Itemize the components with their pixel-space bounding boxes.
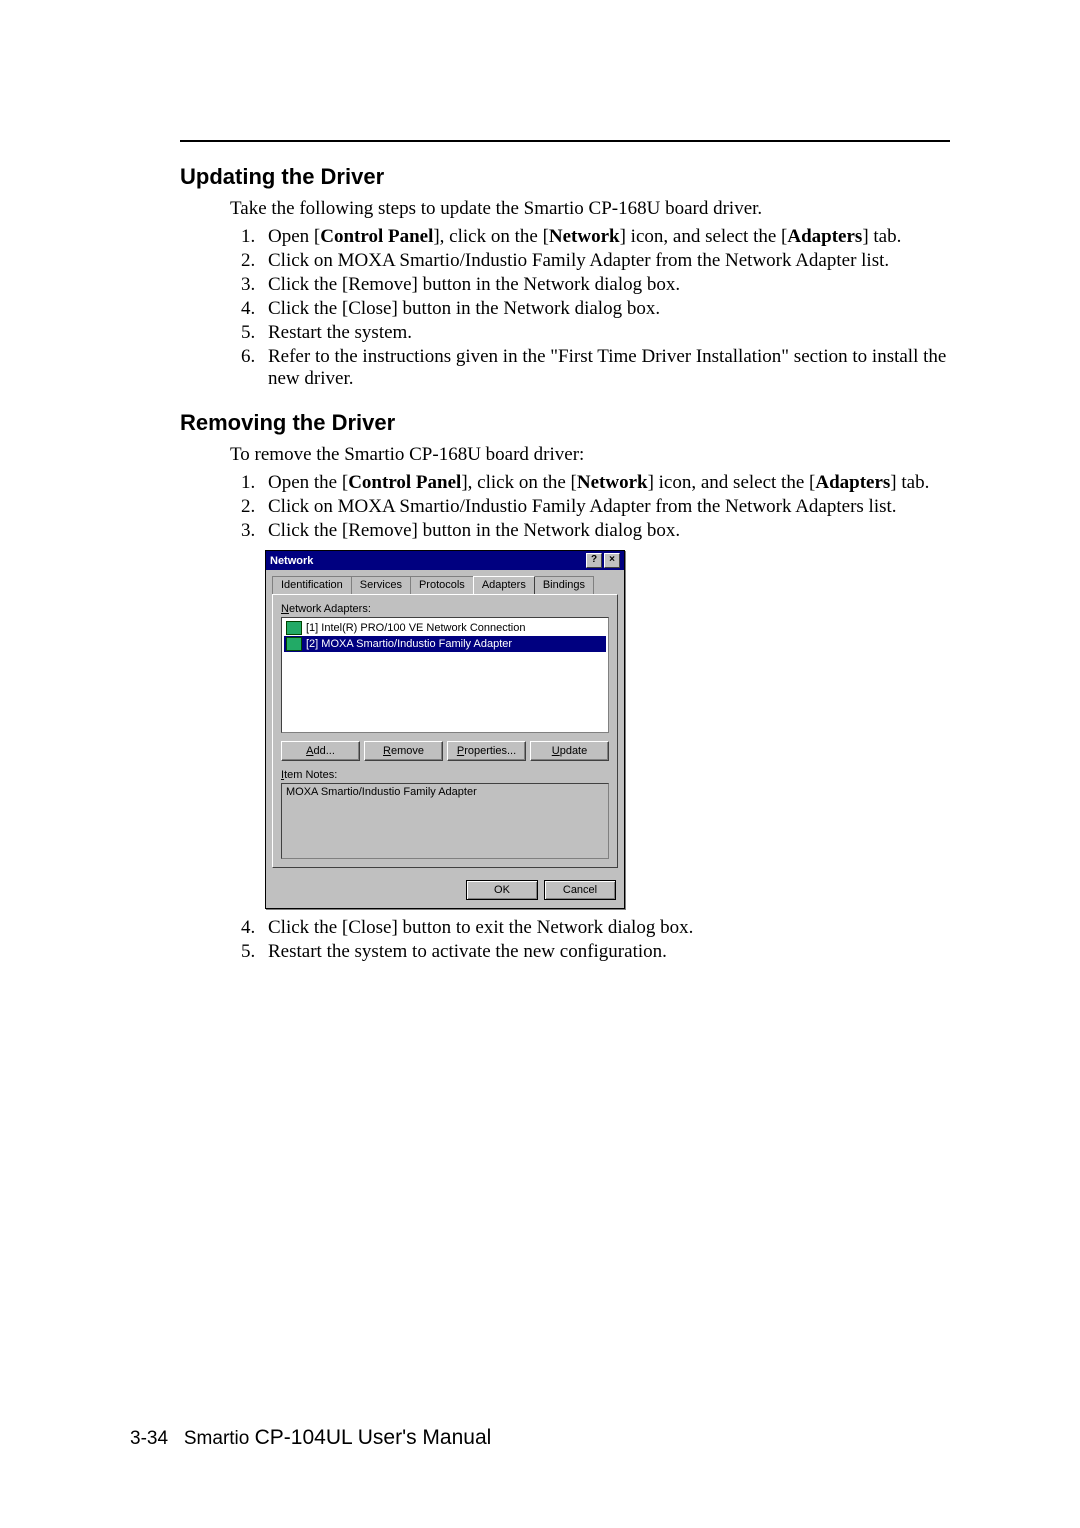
title-bar: Network ? ×: [266, 551, 624, 570]
list-item-label: [2] MOXA Smartio/Industio Family Adapter: [306, 638, 512, 650]
step-4: Click the [Close] button in the Network …: [260, 298, 950, 320]
accesskey: U: [552, 745, 560, 757]
tab-adapters[interactable]: Adapters: [473, 576, 535, 594]
page-number: 3-34: [130, 1428, 168, 1449]
list-removing-b: Click the [Close] button to exit the Net…: [230, 917, 950, 963]
tab-strip: Identification Services Protocols Adapte…: [272, 576, 618, 594]
text: roperties...: [464, 745, 516, 757]
close-icon[interactable]: ×: [604, 553, 620, 568]
list-updating: Open [Control Panel], click on the [Netw…: [230, 226, 950, 390]
text: ] icon, and select the [: [648, 472, 816, 493]
text: ], click on the [: [461, 472, 577, 493]
remove-button[interactable]: Remove: [364, 741, 443, 761]
rstep-3: Click the [Remove] button in the Network…: [260, 520, 950, 542]
adapters-listbox[interactable]: [1] Intel(R) PRO/100 VE Network Connecti…: [281, 617, 609, 733]
adapter-icon: [286, 637, 302, 651]
item-notes-box: MOXA Smartio/Industio Family Adapter: [281, 783, 609, 859]
page-footer: 3-34 Smartio CP-104UL User's Manual: [130, 1426, 491, 1450]
tab-bindings[interactable]: Bindings: [534, 576, 594, 594]
step-3: Click the [Remove] button in the Network…: [260, 274, 950, 296]
tab-protocols[interactable]: Protocols: [410, 576, 474, 594]
adapter-icon: [286, 621, 302, 635]
rstep-2: Click on MOXA Smartio/Industio Family Ad…: [260, 496, 950, 518]
tab-services[interactable]: Services: [351, 576, 411, 594]
text: etwork Adapters:: [289, 603, 371, 615]
top-rule: [180, 140, 950, 142]
list-item[interactable]: [2] MOXA Smartio/Industio Family Adapter: [284, 636, 606, 652]
dialog-footer: OK Cancel: [266, 874, 624, 908]
bold-text: Control Panel: [348, 472, 461, 493]
bold-text: Control Panel: [320, 226, 433, 247]
text: ] tab.: [862, 226, 901, 247]
step-1: Open [Control Panel], click on the [Netw…: [260, 226, 950, 248]
accesskey: N: [281, 603, 289, 615]
step-5: Restart the system.: [260, 322, 950, 344]
add-button[interactable]: Add...: [281, 741, 360, 761]
text: tem Notes:: [284, 769, 337, 781]
step-6: Refer to the instructions given in the "…: [260, 346, 950, 390]
dialog-title: Network: [270, 555, 313, 567]
bold-text: Network: [577, 472, 648, 493]
heading-removing: Removing the Driver: [180, 410, 950, 436]
text: ], click on the [: [433, 226, 549, 247]
accesskey: R: [383, 745, 391, 757]
text: Open [: [268, 226, 320, 247]
network-dialog-screenshot: Network ? × Identification Services Prot…: [265, 550, 625, 909]
book-title: CP-104UL User's Manual: [255, 1426, 492, 1449]
properties-button[interactable]: Properties...: [447, 741, 526, 761]
rstep-1: Open the [Control Panel], click on the […: [260, 472, 950, 494]
text: pdate: [560, 745, 588, 757]
step-2: Click on MOXA Smartio/Industio Family Ad…: [260, 250, 950, 272]
bold-text: Adapters: [787, 226, 862, 247]
button-row: Add... Remove Properties... Update: [281, 741, 609, 761]
text: Open the [: [268, 472, 348, 493]
network-dialog: Network ? × Identification Services Prot…: [265, 550, 625, 909]
rstep-4: Click the [Close] button to exit the Net…: [260, 917, 950, 939]
intro-removing: To remove the Smartio CP-168U board driv…: [230, 444, 950, 466]
network-adapters-label: Network Adapters:: [281, 603, 609, 615]
help-icon[interactable]: ?: [586, 553, 602, 568]
update-button[interactable]: Update: [530, 741, 609, 761]
cancel-button[interactable]: Cancel: [544, 880, 616, 900]
tab-body: Network Adapters: [1] Intel(R) PRO/100 V…: [272, 594, 618, 868]
ok-button[interactable]: OK: [466, 880, 538, 900]
text: emove: [391, 745, 424, 757]
rstep-5: Restart the system to activate the new c…: [260, 941, 950, 963]
tab-identification[interactable]: Identification: [272, 576, 352, 594]
text: ] icon, and select the [: [620, 226, 788, 247]
intro-updating: Take the following steps to update the S…: [230, 198, 950, 220]
book-prefix: Smartio: [184, 1428, 255, 1449]
text: dd...: [313, 745, 334, 757]
list-item[interactable]: [1] Intel(R) PRO/100 VE Network Connecti…: [284, 620, 606, 636]
heading-updating: Updating the Driver: [180, 164, 950, 190]
list-removing-a: Open the [Control Panel], click on the […: [230, 472, 950, 542]
title-buttons: ? ×: [586, 553, 620, 568]
text: ] tab.: [890, 472, 929, 493]
list-item-label: [1] Intel(R) PRO/100 VE Network Connecti…: [306, 622, 525, 634]
bold-text: Adapters: [815, 472, 890, 493]
bold-text: Network: [549, 226, 620, 247]
item-notes-label: Item Notes:: [281, 769, 609, 781]
